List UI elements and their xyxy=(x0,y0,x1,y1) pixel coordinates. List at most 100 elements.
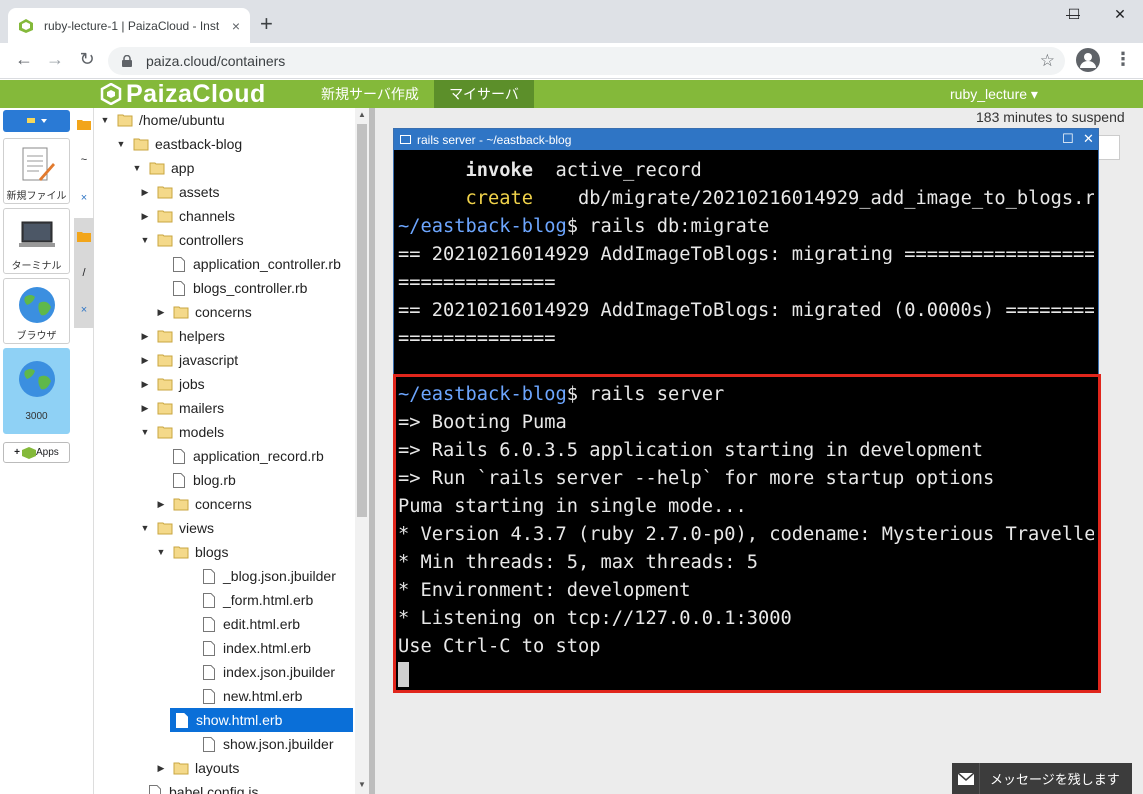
collapsed-arrow-icon[interactable]: ▶ xyxy=(139,396,151,420)
terminal-maximize-icon[interactable]: ☐ xyxy=(1062,131,1074,147)
tree-folder[interactable]: ▶ helpers xyxy=(139,324,225,348)
expanded-arrow-icon[interactable]: ▼ xyxy=(115,132,127,156)
terminal-segment xyxy=(398,188,466,209)
tree-file[interactable]: show.html.erb xyxy=(170,708,353,732)
collapsed-arrow-icon[interactable]: ▶ xyxy=(139,372,151,396)
side-tab-close-icon[interactable]: × xyxy=(74,192,94,204)
folder-icon xyxy=(173,306,189,319)
side-tab-label-1[interactable]: ~ xyxy=(74,154,94,166)
paiza-logo[interactable]: PaizaCloud xyxy=(100,79,266,108)
tree-folder[interactable]: ▼ /home/ubuntu xyxy=(99,108,225,132)
leave-message-button[interactable]: メッセージを残します xyxy=(952,763,1132,794)
maximize-button[interactable]: ☐ xyxy=(1051,6,1097,23)
reload-icon[interactable]: ↻ xyxy=(75,49,99,70)
tree-folder[interactable]: ▶ concerns xyxy=(155,492,252,516)
tree-file[interactable]: application_record.rb xyxy=(173,444,324,468)
expanded-arrow-icon[interactable]: ▼ xyxy=(139,420,151,444)
tree-folder[interactable]: ▼ app xyxy=(131,156,195,180)
tree-folder[interactable]: ▼ eastback-blog xyxy=(115,132,243,156)
file-icon xyxy=(173,448,185,464)
terminal-tile[interactable]: ターミナル xyxy=(3,208,70,274)
forward-icon[interactable]: → xyxy=(43,49,67,70)
suspend-timer: 183 minutes to suspend xyxy=(976,109,1125,125)
tree-folder[interactable]: ▼ views xyxy=(139,516,214,540)
tree-scrollbar[interactable]: ▲ ▼ xyxy=(355,108,369,794)
new-tab-button[interactable]: + xyxy=(260,13,273,35)
terminal-line: ============== xyxy=(398,325,1094,353)
tree-folder[interactable]: ▶ concerns xyxy=(155,300,252,324)
tree-item-label: /home/ubuntu xyxy=(139,112,225,128)
terminal-close-icon[interactable]: ✕ xyxy=(1083,131,1094,147)
apps-button[interactable]: + Apps xyxy=(3,442,70,463)
expanded-arrow-icon[interactable]: ▼ xyxy=(155,540,167,564)
nav-my-servers[interactable]: マイサーバ xyxy=(434,80,534,108)
lock-icon xyxy=(122,55,132,67)
apps-box-icon xyxy=(22,446,37,459)
tree-folder[interactable]: ▶ javascript xyxy=(139,348,239,372)
folder-tab-icon[interactable] xyxy=(74,118,94,133)
tree-scroll-thumb[interactable] xyxy=(357,124,367,517)
collapsed-arrow-icon[interactable]: ▶ xyxy=(155,300,167,324)
user-menu[interactable]: ruby_lecture ▾ xyxy=(950,80,1038,108)
tree-folder[interactable]: ▼ models xyxy=(139,420,225,444)
collapsed-arrow-icon[interactable]: ▶ xyxy=(139,348,151,372)
file-icon xyxy=(173,256,185,272)
tree-file[interactable]: babel.config.js xyxy=(149,780,259,794)
tree-file[interactable]: application_controller.rb xyxy=(173,252,341,276)
terminal-segment: create xyxy=(465,188,534,209)
close-window-button[interactable]: ✕ xyxy=(1097,6,1143,23)
folder-icon xyxy=(157,186,173,199)
new-file-tile[interactable]: 新規ファイル xyxy=(3,138,70,204)
tree-item-label: blogs_controller.rb xyxy=(193,280,308,296)
browser-tile[interactable]: ブラウザ xyxy=(3,278,70,344)
expanded-arrow-icon[interactable]: ▼ xyxy=(131,156,143,180)
tree-folder[interactable]: ▶ mailers xyxy=(139,396,225,420)
logo-text: PaizaCloud xyxy=(126,79,266,108)
collapsed-arrow-icon[interactable]: ▶ xyxy=(139,324,151,348)
tree-file[interactable]: edit.html.erb xyxy=(203,612,300,636)
bookmark-star-icon[interactable]: ☆ xyxy=(1040,51,1055,71)
collapsed-arrow-icon[interactable]: ▶ xyxy=(155,492,167,516)
collapsed-arrow-icon[interactable]: ▶ xyxy=(139,180,151,204)
back-icon[interactable]: ← xyxy=(12,49,36,70)
tree-file[interactable]: index.json.jbuilder xyxy=(203,660,335,684)
folder-icon xyxy=(157,330,173,343)
tree-file[interactable]: _form.html.erb xyxy=(203,588,313,612)
terminal-titlebar[interactable]: rails server - ~/eastback-blog ☐ ✕ xyxy=(394,129,1098,150)
scroll-down-icon[interactable]: ▼ xyxy=(358,780,366,789)
tree-file[interactable]: new.html.erb xyxy=(203,684,302,708)
profile-avatar-icon[interactable] xyxy=(1076,48,1100,72)
side-tab-close-icon[interactable]: × xyxy=(74,304,94,316)
port-3000-tile[interactable]: 3000 xyxy=(3,348,70,434)
tree-folder[interactable]: ▶ channels xyxy=(139,204,236,228)
terminal-segment: db/migrate/20210216014929_add_image_to_b… xyxy=(533,188,1094,209)
file-icon xyxy=(203,616,215,632)
expanded-arrow-icon[interactable]: ▼ xyxy=(139,516,151,540)
nav-new-server[interactable]: 新規サーバ作成 xyxy=(307,80,433,108)
folder-icon xyxy=(173,546,189,559)
tree-folder[interactable]: ▼ blogs xyxy=(155,540,229,564)
new-dropdown-button[interactable] xyxy=(3,110,70,132)
tree-item-label: _form.html.erb xyxy=(223,592,314,608)
tree-item-label: app xyxy=(171,160,195,176)
browser-tab[interactable]: ruby-lecture-1 | PaizaCloud - Inst × xyxy=(8,8,250,43)
expanded-arrow-icon[interactable]: ▼ xyxy=(139,228,151,252)
collapsed-arrow-icon[interactable]: ▶ xyxy=(155,756,167,780)
tab-close-icon[interactable]: × xyxy=(232,18,240,34)
address-bar[interactable]: paiza.cloud/containers ☆ xyxy=(108,47,1065,75)
collapsed-arrow-icon[interactable]: ▶ xyxy=(139,204,151,228)
expanded-arrow-icon[interactable]: ▼ xyxy=(99,108,111,132)
tree-file[interactable]: blog.rb xyxy=(173,468,236,492)
terminal-line: invoke active_record xyxy=(398,157,1094,185)
tree-folder[interactable]: ▶ jobs xyxy=(139,372,205,396)
browser-menu-icon[interactable]: ⋮ xyxy=(1114,49,1132,70)
tree-file[interactable]: _blog.json.jbuilder xyxy=(203,564,336,588)
tree-file[interactable]: show.json.jbuilder xyxy=(203,732,334,756)
tree-folder[interactable]: ▶ layouts xyxy=(155,756,240,780)
tree-file[interactable]: blogs_controller.rb xyxy=(173,276,307,300)
scroll-up-icon[interactable]: ▲ xyxy=(358,110,366,119)
tree-folder[interactable]: ▶ assets xyxy=(139,180,220,204)
tree-file[interactable]: index.html.erb xyxy=(203,636,311,660)
tree-item-label: eastback-blog xyxy=(155,136,243,152)
tree-folder[interactable]: ▼ controllers xyxy=(139,228,244,252)
